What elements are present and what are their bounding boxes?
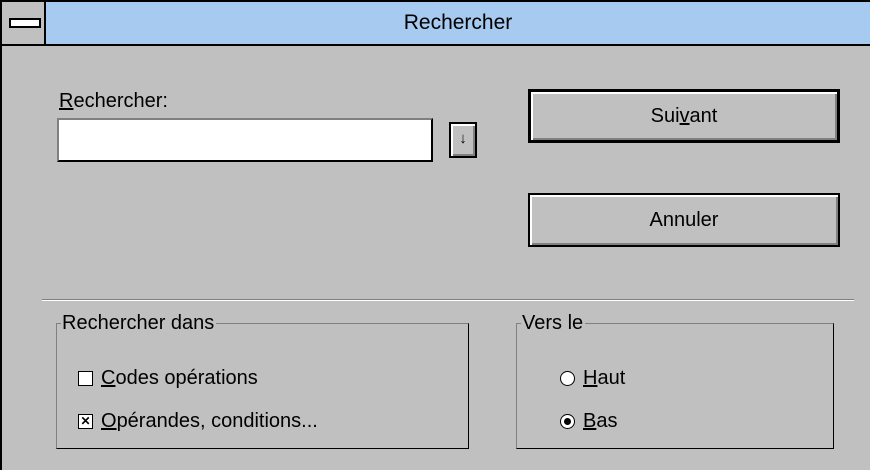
search-label-text: echercher:: [73, 90, 168, 112]
checkmark-icon: ✕: [80, 414, 91, 428]
operands-accel: O: [101, 410, 117, 432]
next-button-label-a: Sui: [650, 105, 680, 127]
direction-group-title: Vers le: [521, 312, 586, 334]
up-radio[interactable]: [560, 371, 575, 386]
separator: [42, 299, 854, 301]
up-radio-label[interactable]: Haut: [583, 367, 625, 389]
search-label: Rechercher:: [59, 90, 168, 112]
next-button-accel: v: [679, 105, 690, 127]
search-history-dropdown-button[interactable]: ↓: [449, 122, 477, 158]
search-label-accel: R: [59, 90, 74, 112]
search-input[interactable]: [57, 118, 433, 162]
down-radio[interactable]: [560, 414, 575, 429]
arrow-down-icon: ↓: [459, 130, 467, 147]
up-label-text: aut: [597, 367, 626, 389]
system-menu-icon: [9, 18, 41, 28]
title-bar: Rechercher: [2, 2, 870, 46]
system-menu-button[interactable]: [2, 2, 46, 44]
cancel-button[interactable]: Annuler: [528, 193, 840, 247]
next-button[interactable]: Suivant: [528, 89, 840, 143]
search-in-group-title: Rechercher dans: [61, 312, 217, 334]
operands-checkbox-label[interactable]: Opérandes, conditions...: [101, 410, 318, 432]
down-radio-label[interactable]: Bas: [583, 410, 617, 432]
up-accel: H: [583, 367, 598, 389]
operands-checkbox[interactable]: ✕: [78, 414, 93, 429]
direction-group: Vers le Haut Bas: [516, 312, 834, 449]
down-accel: B: [583, 410, 597, 432]
codes-checkbox-label[interactable]: Codes opérations: [101, 367, 258, 389]
search-in-group: Rechercher dans Codes opérations ✕ Opéra…: [56, 312, 469, 449]
codes-label-text: odes opérations: [115, 367, 258, 389]
codes-accel: C: [101, 367, 116, 389]
down-label-text: as: [596, 410, 618, 432]
next-button-label-b: ant: [689, 105, 718, 127]
codes-checkbox[interactable]: [78, 371, 93, 386]
operands-label-text: pérandes, conditions...: [116, 410, 318, 432]
find-dialog: Rechercher Rechercher: ↓ Suivant Annuler…: [0, 0, 870, 470]
window-title: Rechercher: [403, 11, 513, 34]
radio-selected-dot: [564, 418, 571, 425]
